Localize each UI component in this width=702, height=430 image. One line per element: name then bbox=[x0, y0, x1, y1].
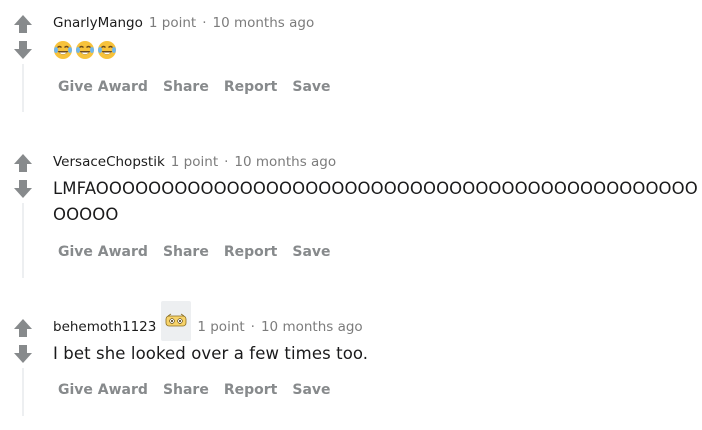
upvote-icon[interactable] bbox=[12, 153, 34, 173]
downvote-icon[interactable] bbox=[12, 344, 34, 364]
comment-timestamp[interactable]: 10 months ago bbox=[213, 15, 315, 31]
report-button[interactable]: Report bbox=[224, 382, 278, 398]
downvote-icon[interactable] bbox=[12, 179, 34, 199]
thread-line[interactable] bbox=[22, 203, 24, 278]
save-button[interactable]: Save bbox=[292, 382, 330, 398]
report-button[interactable]: Report bbox=[224, 244, 278, 260]
downvote-icon[interactable] bbox=[12, 40, 34, 60]
comment-body-line: LMFAOOOOOOOOOOOOOOOOOOOOOOOOOOOOOOOOOOOO… bbox=[53, 179, 698, 198]
meta-separator: · bbox=[250, 319, 255, 335]
thread-line[interactable] bbox=[22, 368, 24, 416]
comment-points: 1 point bbox=[197, 319, 245, 335]
save-button[interactable]: Save bbox=[292, 79, 330, 95]
report-button[interactable]: Report bbox=[224, 79, 278, 95]
comment-author[interactable]: behemoth1123 bbox=[53, 319, 156, 335]
comment-timestamp[interactable]: 10 months ago bbox=[261, 319, 363, 335]
meta-separator: · bbox=[224, 154, 229, 170]
comment-body: LMFAOOOOOOOOOOOOOOOOOOOOOOOOOOOOOOOOOOOO… bbox=[53, 176, 698, 228]
share-button[interactable]: Share bbox=[163, 382, 209, 398]
comment-timestamp[interactable]: 10 months ago bbox=[234, 154, 336, 170]
comment-author[interactable]: VersaceChopstik bbox=[53, 154, 165, 170]
thread-line[interactable] bbox=[22, 64, 24, 112]
give-award-button[interactable]: Give Award bbox=[58, 244, 148, 260]
comment-author[interactable]: GnarlyMango bbox=[53, 15, 143, 31]
comment-body bbox=[53, 37, 119, 63]
upvote-icon[interactable] bbox=[12, 318, 34, 338]
upvote-icon[interactable] bbox=[12, 14, 34, 34]
tears-of-joy-emoji-icon bbox=[75, 40, 95, 60]
comment-points: 1 point bbox=[148, 15, 197, 31]
comment-body-line: OOOOO bbox=[53, 205, 119, 224]
comment-meta: behemoth1123 1 point · 10 months ago bbox=[53, 301, 363, 341]
give-award-button[interactable]: Give Award bbox=[58, 382, 148, 398]
tears-of-joy-emoji-icon bbox=[53, 40, 73, 60]
share-button[interactable]: Share bbox=[163, 79, 209, 95]
comment-meta: GnarlyMango 1 point · 10 months ago bbox=[53, 13, 314, 33]
comment-points: 1 point bbox=[170, 154, 219, 170]
meta-separator: · bbox=[202, 15, 207, 31]
tears-of-joy-emoji-icon bbox=[97, 40, 117, 60]
comment-actions: Give Award Share Report Save bbox=[58, 380, 346, 400]
comment-actions: Give Award Share Report Save bbox=[58, 77, 346, 97]
comment-actions: Give Award Share Report Save bbox=[58, 242, 346, 262]
comment-body: I bet she looked over a few times too. bbox=[53, 344, 369, 363]
share-button[interactable]: Share bbox=[163, 244, 209, 260]
comment-meta: VersaceChopstik 1 point · 10 months ago bbox=[53, 152, 336, 172]
user-flair-icon bbox=[161, 301, 192, 341]
give-award-button[interactable]: Give Award bbox=[58, 79, 148, 95]
save-button[interactable]: Save bbox=[292, 244, 330, 260]
